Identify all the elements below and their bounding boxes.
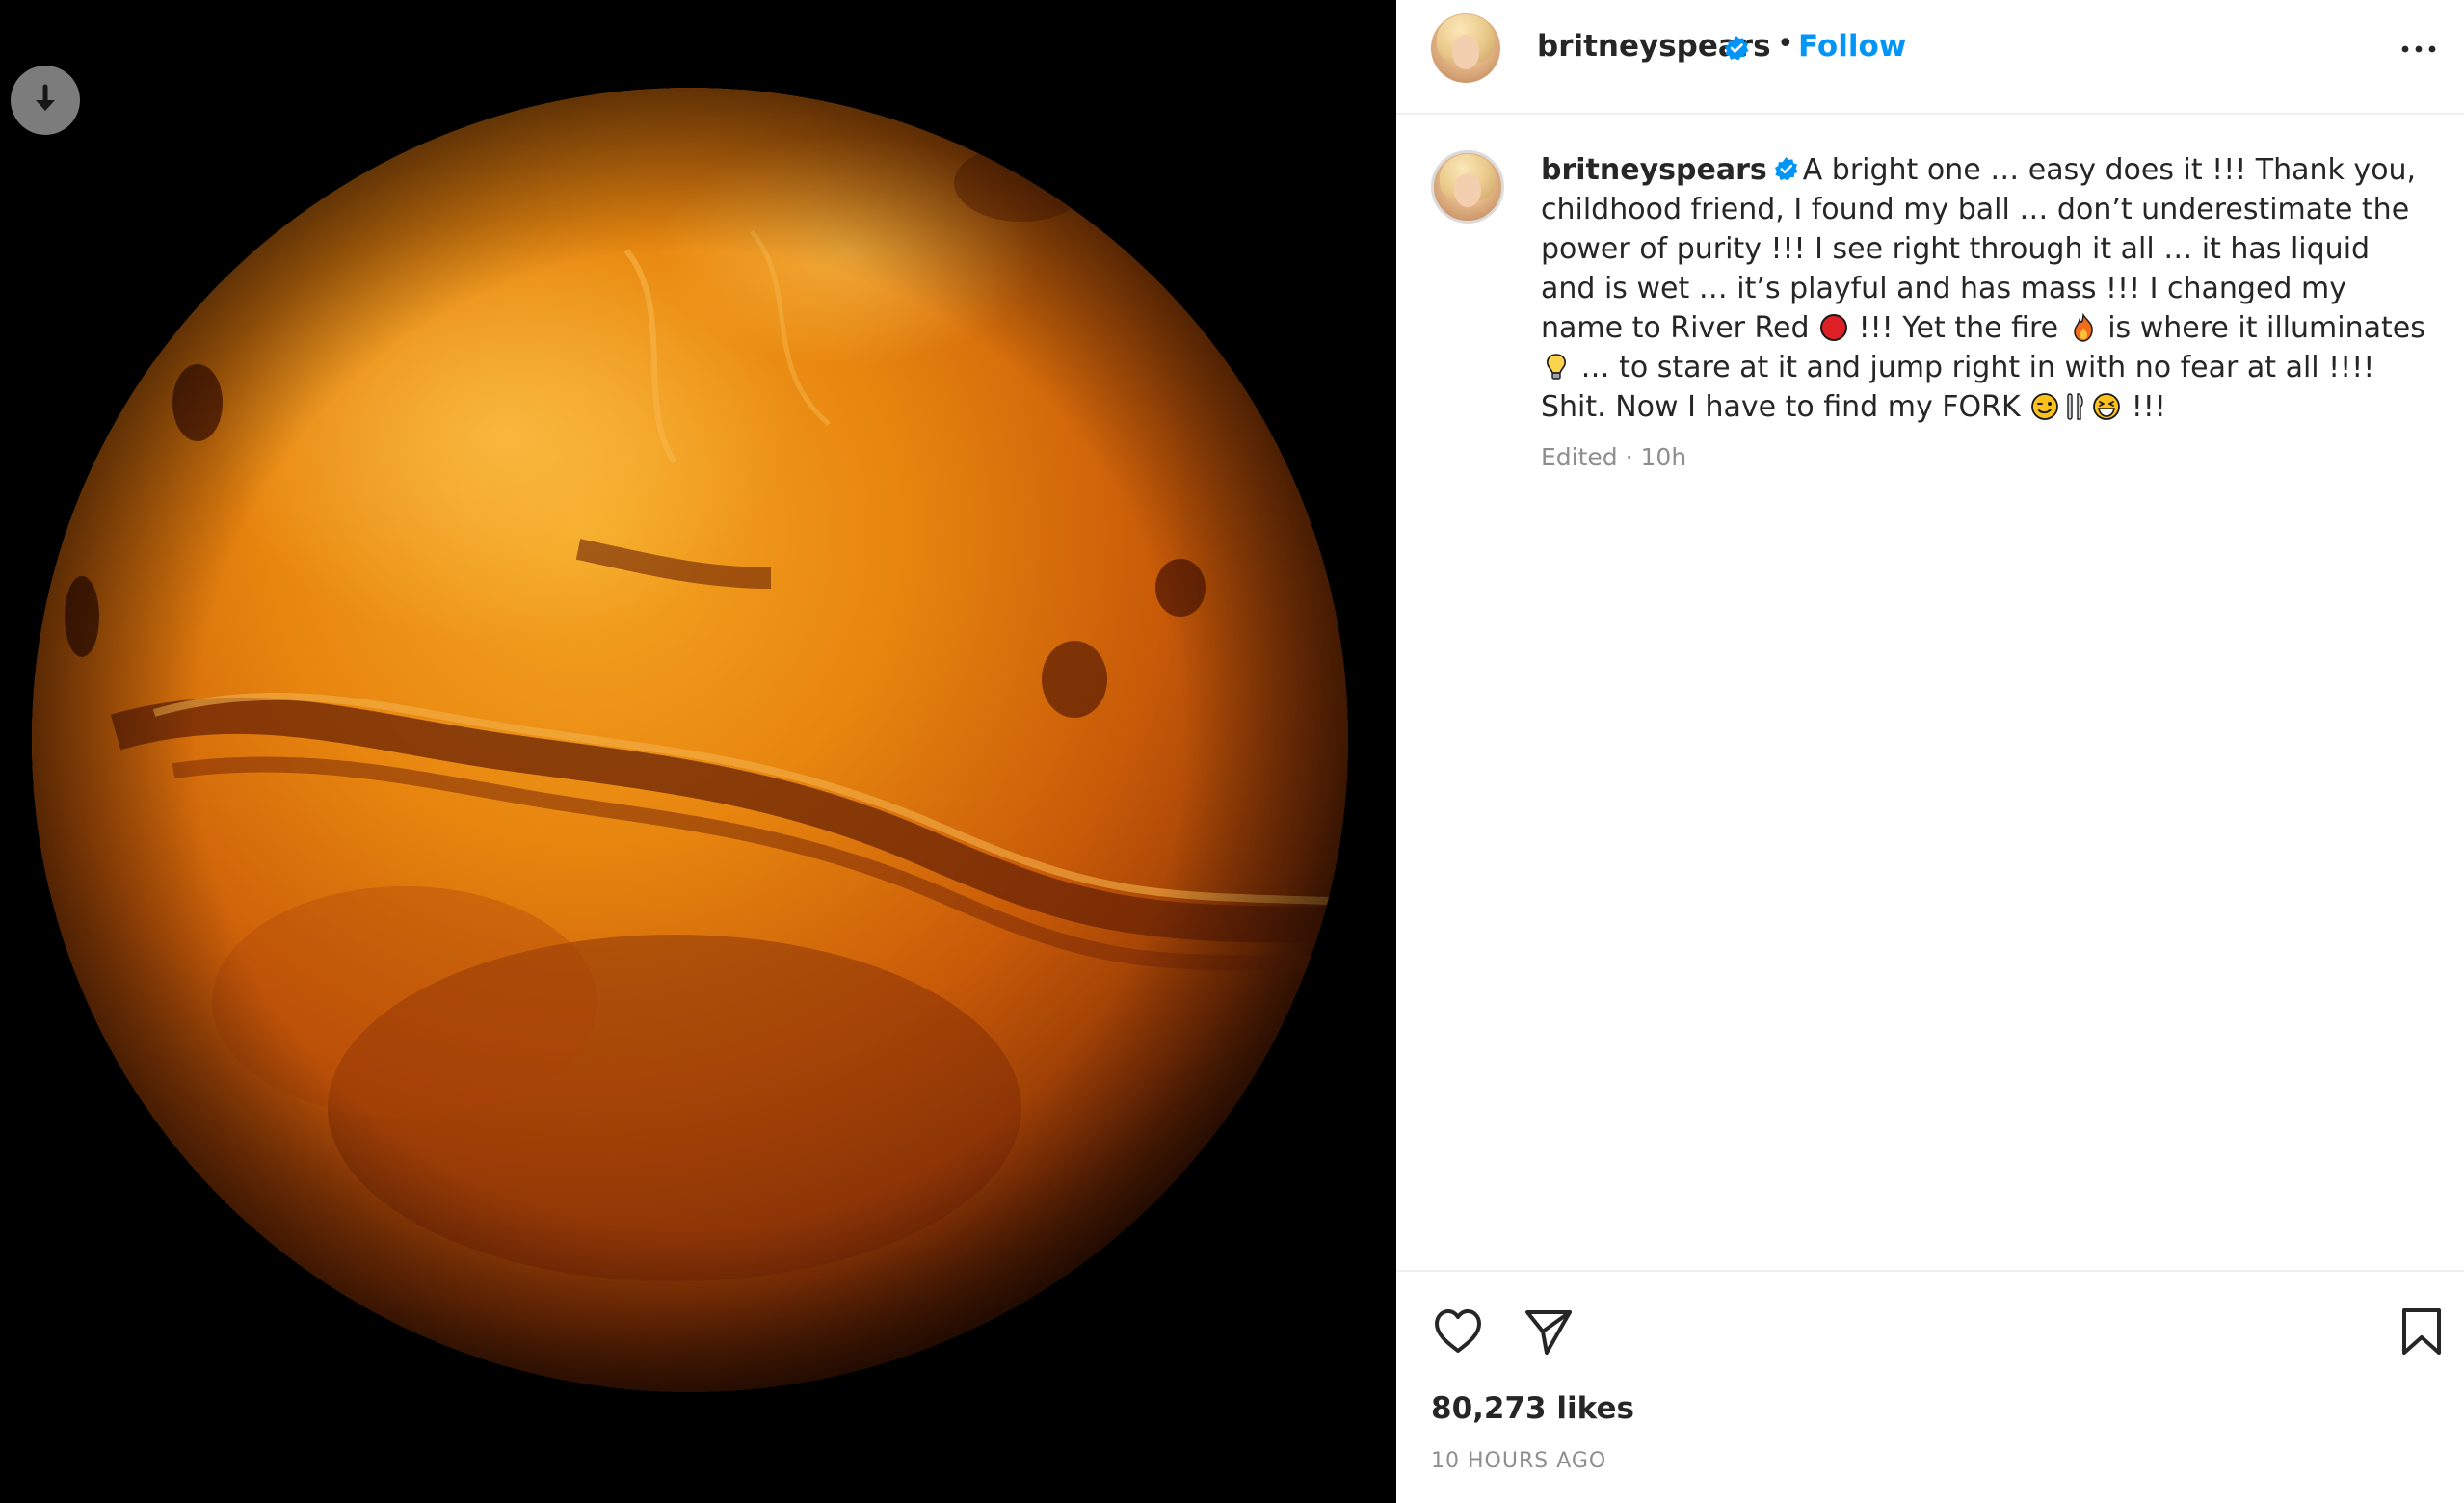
caption-username[interactable]: britneyspears	[1541, 153, 1767, 187]
separator-dot: •	[1777, 27, 1794, 61]
caption-text-part: is where it illuminates	[2098, 311, 2425, 345]
bookmark-icon[interactable]	[2395, 1305, 2449, 1358]
arrow-down-icon	[36, 84, 55, 111]
post-caption: britneyspears A bright one … easy does it…	[1541, 150, 2427, 427]
heart-icon[interactable]	[1431, 1305, 1485, 1358]
grinning-squinting-face-emoji-icon	[2093, 393, 2121, 420]
caption-text-part: … to stare at it and jump right in with …	[1541, 351, 2375, 424]
caption-avatar[interactable]	[1431, 150, 1504, 224]
follow-button[interactable]: Follow	[1798, 29, 1906, 64]
caption-text-part: !!! Yet the fire	[1849, 311, 2068, 345]
paper-plane-icon[interactable]	[1522, 1305, 1576, 1358]
post-header: britneyspears • Follow	[1396, 0, 2464, 115]
fire-emoji-icon	[2073, 312, 2093, 342]
red-circle-emoji-icon	[1820, 314, 1848, 341]
more-horizontal-icon[interactable]	[2399, 35, 2438, 64]
download-button[interactable]	[11, 66, 80, 135]
mars-planet-image	[0, 0, 1396, 1503]
winking-face-emoji-icon	[2031, 393, 2059, 420]
avatar-face	[1451, 34, 1480, 69]
caption-text-part: !!!	[2122, 390, 2166, 424]
light-bulb-emoji-icon	[1547, 354, 1566, 380]
avatar-face	[1454, 173, 1481, 207]
instagram-post: britneyspears • Follow britneyspears A br…	[0, 0, 2464, 1503]
post-sidebar: britneyspears • Follow britneyspears A br…	[1396, 0, 2464, 1503]
fork-and-knife-emoji-icon	[2067, 393, 2083, 420]
edited-timestamp: Edited · 10h	[1541, 443, 1687, 471]
post-media[interactable]	[0, 0, 1396, 1503]
verified-badge-icon	[1725, 36, 1749, 61]
avatar[interactable]	[1431, 13, 1500, 83]
verified-badge-icon	[1774, 156, 1798, 181]
post-footer: 80,273 likes 10 HOURS AGO	[1396, 1270, 2464, 1503]
likes-count[interactable]: 80,273 likes	[1431, 1391, 1634, 1426]
post-timestamp[interactable]: 10 HOURS AGO	[1431, 1449, 1606, 1473]
